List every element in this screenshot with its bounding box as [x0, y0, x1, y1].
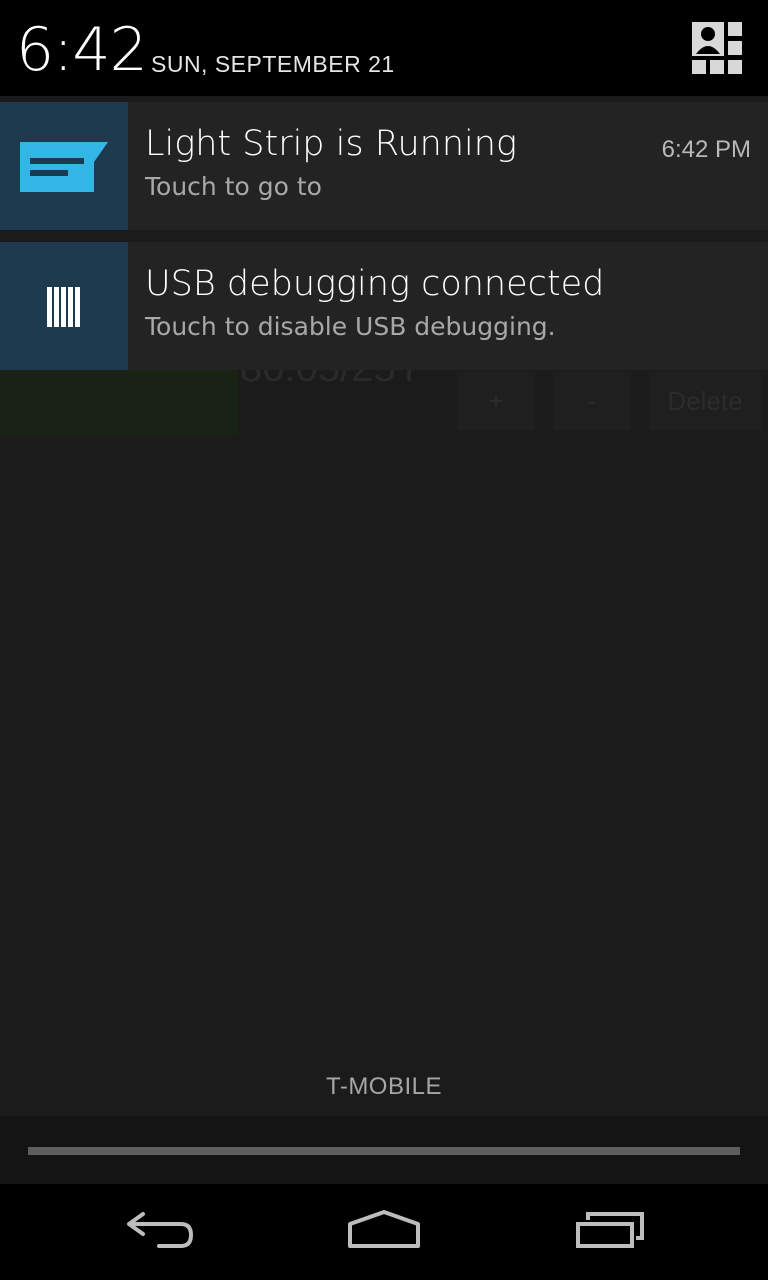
- notification-title: USB debugging connected: [145, 264, 605, 304]
- notification-time: 6:42 PM: [661, 136, 751, 163]
- background-delete-button: Delete: [649, 372, 761, 430]
- notification-shade: 80.05/25Y + - Delete 6:42 SUN, SEPTEMBER…: [0, 0, 768, 1280]
- notification-title: Light Strip is Running: [145, 124, 517, 164]
- home-icon: [346, 1210, 422, 1254]
- clock[interactable]: 6:42: [16, 12, 148, 88]
- message-icon: [20, 140, 108, 196]
- carrier-label: T-MOBILE: [325, 1073, 443, 1100]
- quick-settings-icon[interactable]: [690, 22, 744, 74]
- home-button[interactable]: [324, 1200, 444, 1264]
- background-plus-button: +: [457, 372, 535, 430]
- shade-header: 6:42 SUN, SEPTEMBER 21: [0, 0, 768, 96]
- background-minus-button: -: [553, 372, 631, 430]
- navigation-bar: [0, 1184, 768, 1280]
- recents-icon: [574, 1210, 646, 1254]
- notification-text: Touch to go to: [145, 172, 322, 201]
- handle-bar: [28, 1147, 740, 1155]
- background-green-block: [0, 370, 238, 436]
- date[interactable]: SUN, SEPTEMBER 21: [151, 51, 395, 78]
- back-icon: [125, 1210, 195, 1254]
- notification-usb-debugging[interactable]: USB debugging connected Touch to disable…: [0, 242, 768, 370]
- shade-drag-handle[interactable]: [0, 1116, 768, 1184]
- notification-divider: [0, 230, 768, 242]
- recents-button[interactable]: [550, 1200, 670, 1264]
- notification-icon-box: [0, 102, 128, 230]
- back-button[interactable]: [100, 1200, 220, 1264]
- notification-light-strip[interactable]: Light Strip is Running Touch to go to 6:…: [0, 102, 768, 230]
- usb-debug-icon: [47, 287, 81, 331]
- notification-icon-box: [0, 242, 128, 370]
- notification-text: Touch to disable USB debugging.: [145, 312, 556, 341]
